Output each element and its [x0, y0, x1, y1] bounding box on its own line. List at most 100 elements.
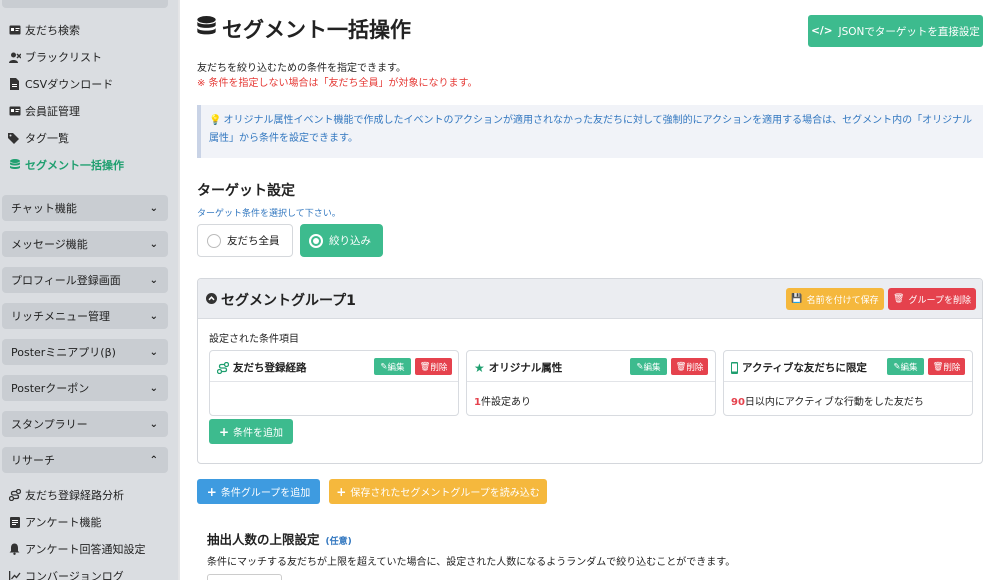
target-option-all[interactable]: 友だち全員 — [197, 224, 293, 257]
condition-card-route: 友だち登録経路 ✎ 編集 🗑 削除 — [209, 350, 459, 416]
sidebar-item-label: CSVダウンロード — [25, 78, 114, 91]
chart-icon — [8, 570, 21, 580]
form-icon — [8, 516, 21, 529]
segment-group-header: セグメントグループ1 💾 名前を付けて保存 🗑 グループを削除 — [198, 279, 982, 319]
sidebar-item-label: アンケート機能 — [25, 516, 102, 529]
trash-icon: 🗑 — [419, 361, 431, 372]
json-target-button[interactable]: </> JSONでターゲットを直接設定 — [808, 15, 983, 47]
sidebar-item-membership[interactable]: 会員証管理 — [8, 100, 80, 122]
sidebar-item-label: ブラックリスト — [25, 51, 102, 64]
sidebar-item-label: アンケート回答通知設定 — [25, 543, 146, 556]
sidebar-category-coupon[interactable]: Posterクーポン ⌄ — [2, 375, 168, 401]
chevron-up-icon: ⌃ — [149, 454, 158, 466]
sidebar-category-research[interactable]: リサーチ ⌃ — [2, 447, 168, 473]
mobile-icon — [731, 361, 738, 374]
sidebar-category-profile[interactable]: プロフィール登録画面 ⌄ — [2, 267, 168, 293]
plus-icon: + — [218, 424, 230, 439]
page-description: 友だちを絞り込むための条件を指定できます。 — [197, 63, 406, 74]
sidebar-category-stamprally[interactable]: スタンプラリー ⌄ — [2, 411, 168, 437]
limit-description: 条件にマッチする友だちが上限を超えていた場合に、設定された人数になるようランダム… — [207, 557, 736, 568]
plus-icon: + — [336, 484, 347, 499]
limit-input[interactable] — [207, 574, 282, 580]
segment-group-title[interactable]: セグメントグループ1 — [206, 290, 356, 310]
code-icon: </> — [811, 25, 833, 37]
delete-button[interactable]: 🗑 削除 — [928, 358, 965, 375]
database-icon — [8, 159, 21, 172]
radio-checked — [309, 233, 323, 248]
delete-button[interactable]: 🗑 削除 — [671, 358, 708, 375]
sidebar-item-route-analysis[interactable]: 友だち登録経路分析 — [8, 484, 124, 506]
sidebar-category-miniapp[interactable]: Posterミニアプリ(β) ⌄ — [2, 339, 168, 365]
bell-icon — [8, 543, 21, 556]
sidebar-item-csv-download[interactable]: CSVダウンロード — [8, 73, 113, 95]
load-saved-group-button[interactable]: + 保存されたセグメントグループを読み込む — [329, 479, 547, 504]
sidebar-item-label: 友だち検索 — [25, 24, 80, 37]
sidebar-item-survey-notify[interactable]: アンケート回答通知設定 — [8, 538, 146, 560]
id-card-icon — [8, 24, 21, 37]
condition-card-body: 1件設定あり — [474, 397, 531, 408]
page-warning: ※ 条件を指定しない場合は「友だち全員」が対象になります。 — [197, 78, 478, 89]
chevron-down-icon: ⌄ — [149, 382, 158, 394]
chevron-down-icon: ⌄ — [149, 274, 158, 286]
sidebar-item-label: 会員証管理 — [25, 105, 80, 118]
add-condition-button[interactable]: + 条件を追加 — [209, 419, 293, 444]
file-csv-icon — [8, 78, 21, 91]
condition-card-original-attribute: ★ オリジナル属性 ✎ 編集 🗑 削除 1件設定あり — [466, 350, 716, 416]
sidebar-item-tags[interactable]: タグ一覧 — [8, 127, 69, 149]
condition-card-header: アクティブな友だちに限定 ✎ 編集 🗑 削除 — [724, 351, 972, 382]
optional-label: (任意) — [325, 537, 352, 547]
condition-card-header: 友だち登録経路 ✎ 編集 🗑 削除 — [210, 351, 458, 382]
target-hint: ターゲット条件を選択して下さい。 — [197, 209, 341, 219]
sidebar-item-label: コンバージョンログ — [25, 570, 124, 580]
sidebar-item-label: 友だち登録経路分析 — [25, 489, 124, 502]
sidebar-collapsed-category[interactable] — [2, 0, 168, 8]
route-icon — [217, 361, 229, 374]
edit-button[interactable]: ✎ 編集 — [630, 358, 667, 375]
save-with-name-button[interactable]: 💾 名前を付けて保存 — [786, 288, 884, 310]
sidebar-category-chat[interactable]: チャット機能 ⌄ — [2, 195, 168, 221]
chevron-down-icon: ⌄ — [149, 202, 158, 214]
chevron-down-icon: ⌄ — [149, 418, 158, 430]
star-icon: ★ — [474, 360, 485, 375]
limit-section-title: 抽出人数の上限設定 (任意) — [207, 532, 352, 547]
chevron-down-icon: ⌄ — [149, 346, 158, 358]
add-condition-group-button[interactable]: + 条件グループを追加 — [197, 479, 320, 504]
sidebar-item-conversion-log[interactable]: コンバージョンログ — [8, 565, 124, 580]
radio-unchecked — [207, 233, 221, 248]
conditions-label: 設定された条件項目 — [209, 334, 299, 345]
trash-icon: 🗑 — [675, 361, 687, 372]
main-content: セグメント一括操作 </> JSONでターゲットを直接設定 友だちを絞り込むため… — [180, 0, 1000, 580]
target-option-narrow[interactable]: 絞り込み — [300, 224, 383, 257]
delete-group-button[interactable]: 🗑 グループを削除 — [888, 288, 976, 310]
delete-button[interactable]: 🗑 削除 — [415, 358, 452, 375]
route-icon — [8, 489, 21, 502]
chevron-down-icon: ⌄ — [149, 310, 158, 322]
condition-card-body: 90日以内にアクティブな行動をした友だち — [731, 397, 924, 408]
user-block-icon — [8, 51, 21, 64]
page-title: セグメント一括操作 — [197, 14, 411, 44]
edit-button[interactable]: ✎ 編集 — [374, 358, 411, 375]
sidebar: 友だち検索 ブラックリスト CSVダウンロード 会員証管理 タグ一覧 セグメント… — [0, 0, 178, 580]
pencil-icon: ✎ — [893, 361, 901, 372]
sidebar-item-label: タグ一覧 — [25, 132, 69, 145]
trash-icon: 🗑 — [932, 361, 944, 372]
save-icon: 💾 — [791, 294, 803, 304]
target-section-title: ターゲット設定 — [197, 183, 295, 199]
id-card-icon — [8, 105, 21, 118]
info-box: 💡 オリジナル属性イベント機能で作成したイベントのアクションが適用されなかった友だ… — [197, 105, 983, 158]
sidebar-category-richmenu[interactable]: リッチメニュー管理 ⌄ — [2, 303, 168, 329]
sidebar-item-blacklist[interactable]: ブラックリスト — [8, 46, 102, 68]
sidebar-item-segment-bulk[interactable]: セグメント一括操作 — [8, 154, 124, 176]
lightbulb-icon: 💡 — [209, 115, 222, 126]
edit-button[interactable]: ✎ 編集 — [887, 358, 924, 375]
pencil-icon: ✎ — [636, 361, 644, 372]
sidebar-category-message[interactable]: メッセージ機能 ⌄ — [2, 231, 168, 257]
sidebar-item-friend-search[interactable]: 友だち検索 — [8, 19, 80, 41]
chevron-down-icon: ⌄ — [149, 238, 158, 250]
tags-icon — [8, 132, 21, 145]
chevron-up-circle-icon — [206, 292, 217, 308]
sidebar-item-survey[interactable]: アンケート機能 — [8, 511, 102, 533]
segment-group: セグメントグループ1 💾 名前を付けて保存 🗑 グループを削除 設定された条件項… — [197, 278, 983, 464]
database-icon — [197, 15, 216, 43]
trash-icon: 🗑 — [893, 294, 905, 304]
